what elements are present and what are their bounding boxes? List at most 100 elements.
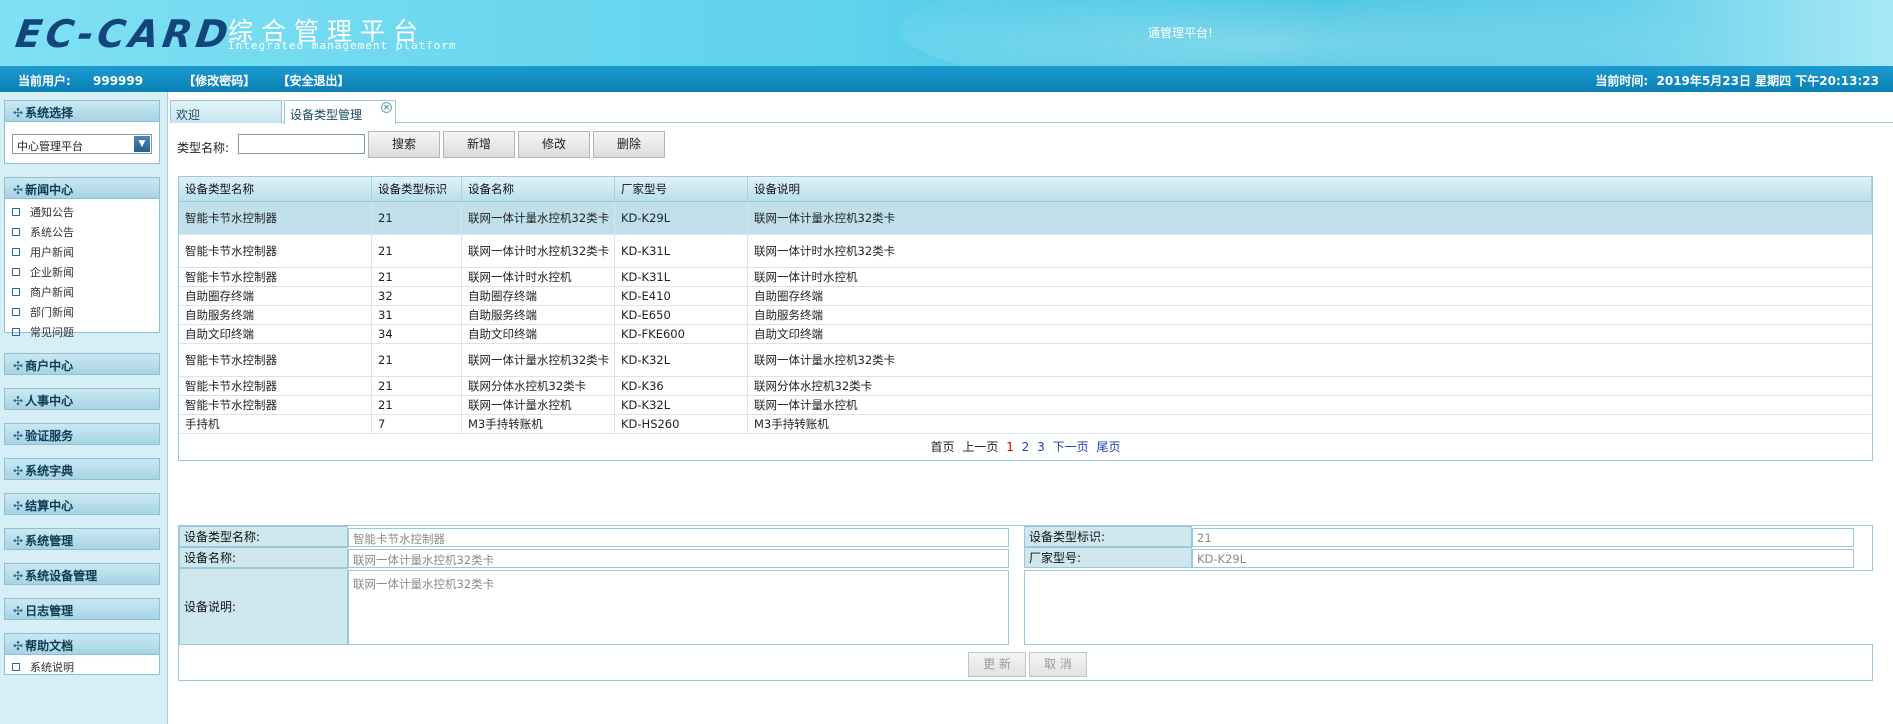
table-row[interactable]: 自助服务终端 31 自助服务终端 KD-E650 自助服务终端	[179, 306, 1872, 325]
panel-hr-center[interactable]: ✣ 人事中心	[4, 388, 160, 410]
panel-system-dictionary[interactable]: ✣ 系统字典	[4, 458, 160, 480]
type-name-label: 设备类型名称:	[179, 526, 348, 547]
column-header[interactable]: 设备类型标识	[372, 177, 462, 201]
table-cell: 32	[372, 287, 462, 305]
column-header[interactable]: 设备说明	[748, 177, 1872, 201]
panel-system-management[interactable]: ✣ 系统管理	[4, 528, 160, 550]
panel-log-management[interactable]: ✣ 日志管理	[4, 598, 160, 620]
table-cell: 联网一体计量水控机	[754, 397, 858, 412]
system-subtitle: Integrated management platform	[228, 39, 457, 52]
page-link-1[interactable]: 1	[1006, 440, 1014, 454]
table-cell: KD-FKE600	[615, 325, 748, 343]
table-cell: 联网一体计量水控机32类卡	[754, 210, 896, 225]
table-cell: 自助服务终端	[462, 306, 615, 324]
logout-link[interactable]: 【安全退出】	[278, 74, 350, 88]
table-cell: 联网一体计时水控机	[754, 269, 858, 284]
panel-title: 系统设备管理	[25, 569, 98, 583]
device-name-field[interactable]: 联网一体计量水控机32类卡	[348, 549, 1009, 568]
close-icon[interactable]: ✕	[381, 102, 392, 113]
panel-settlement-center[interactable]: ✣ 结算中心	[4, 493, 160, 515]
page-link-2[interactable]: 2	[1022, 440, 1030, 454]
panel-verification-service[interactable]: ✣ 验证服务	[4, 423, 160, 445]
table-cell: 联网一体计量水控机32类卡	[754, 352, 896, 367]
edit-button[interactable]: 修改	[518, 131, 590, 158]
panel-title: 人事中心	[25, 394, 74, 408]
expand-icon: ✣	[13, 359, 24, 373]
panel-system-select[interactable]: ✣ 系统选择	[4, 100, 160, 122]
change-password-link[interactable]: 【修改密码】	[183, 74, 255, 88]
tab-label: 设备类型管理	[290, 108, 363, 122]
type-name-search-input[interactable]	[238, 134, 365, 154]
update-button[interactable]: 更 新	[968, 652, 1026, 677]
column-header[interactable]: 设备名称	[462, 177, 615, 201]
model-label: 厂家型号:	[1024, 547, 1192, 568]
nav-item-enterprise-news[interactable]: 企业新闻	[12, 264, 74, 280]
table-row[interactable]: 智能卡节水控制器 21 联网分体水控机32类卡 KD-K36 联网分体水控机32类卡	[179, 377, 1872, 396]
panel-help-docs[interactable]: ✣ 帮助文档	[4, 633, 160, 655]
nav-item-label: 商户新闻	[30, 286, 74, 299]
panel-merchant-center[interactable]: ✣ 商户中心	[4, 353, 160, 375]
table-cell: 智能卡节水控制器	[179, 202, 372, 234]
table-cell: 自助服务终端	[179, 306, 372, 324]
column-header[interactable]: 设备类型名称	[179, 177, 372, 201]
table-row[interactable]: 智能卡节水控制器 21 联网一体计时水控机32类卡 KD-K31L 联网一体计时水控机3…	[179, 235, 1872, 268]
expand-icon: ✣	[13, 464, 24, 478]
table-row[interactable]: 智能卡节水控制器 21 联网一体计量水控机32类卡 KD-K29L 联网一体计量水控机3…	[179, 202, 1872, 235]
search-button[interactable]: 搜索	[368, 131, 440, 158]
first-page-link[interactable]: 首页	[931, 440, 955, 454]
prev-page-link[interactable]: 上一页	[962, 440, 998, 454]
add-button[interactable]: 新增	[443, 131, 515, 158]
nav-item-system-guide[interactable]: 系统说明	[12, 659, 74, 675]
delete-button[interactable]: 删除	[593, 131, 665, 158]
current-time-value: 2019年5月23日 星期四 下午20:13:23	[1656, 74, 1880, 88]
table-cell: 21	[372, 344, 462, 376]
description-field[interactable]: 联网一体计量水控机32类卡	[348, 570, 1009, 645]
expand-icon: ✣	[13, 604, 24, 618]
panel-title: 系统字典	[25, 464, 74, 478]
nav-item-user-news[interactable]: 用户新闻	[12, 244, 74, 260]
table-row[interactable]: 智能卡节水控制器 21 联网一体计量水控机 KD-K32L 联网一体计量水控机	[179, 396, 1872, 415]
table-cell: 自助圈存终端	[462, 287, 615, 305]
tab-welcome[interactable]: 欢迎	[170, 100, 282, 123]
table-row[interactable]: 自助圈存终端 32 自助圈存终端 KD-E410 自助圈存终端	[179, 287, 1872, 306]
panel-title: 结算中心	[25, 499, 74, 513]
system-select-dropdown[interactable]: 中心管理平台 ▼	[12, 134, 152, 154]
page-link-3[interactable]: 3	[1037, 440, 1045, 454]
table-cell: 21	[372, 377, 462, 395]
table-row[interactable]: 智能卡节水控制器 21 联网一体计量水控机32类卡 KD-K32L 联网一体计量水控机3…	[179, 344, 1872, 377]
expand-icon: ✣	[13, 499, 24, 513]
last-page-link[interactable]: 尾页	[1096, 440, 1120, 454]
table-cell: 联网分体水控机32类卡	[754, 378, 873, 393]
nav-item-merchant-news[interactable]: 商户新闻	[12, 284, 74, 300]
panel-title: 帮助文档	[25, 639, 74, 653]
chevron-down-icon[interactable]: ▼	[134, 136, 150, 152]
table-cell: M3手持转账机	[462, 415, 615, 433]
next-page-link[interactable]: 下一页	[1053, 440, 1089, 454]
cancel-button[interactable]: 取 消	[1029, 652, 1087, 677]
bullet-square-icon	[12, 308, 20, 316]
table-row[interactable]: 智能卡节水控制器 21 联网一体计时水控机 KD-K31L 联网一体计时水控机	[179, 268, 1872, 287]
type-name-field[interactable]: 智能卡节水控制器	[348, 528, 1009, 547]
panel-news-center[interactable]: ✣ 新闻中心	[4, 177, 160, 199]
table-cell: 21	[372, 268, 462, 286]
bullet-square-icon	[12, 328, 20, 336]
panel-title: 新闻中心	[25, 183, 74, 197]
nav-item-department-news[interactable]: 部门新闻	[12, 304, 74, 320]
table-row[interactable]: 自助文印终端 34 自助文印终端 KD-FKE600 自助文印终端	[179, 325, 1872, 344]
nav-item-faq[interactable]: 常见问题	[12, 324, 74, 340]
table-row[interactable]: 手持机 7 M3手持转账机 KD-HS260 M3手持转账机	[179, 415, 1872, 434]
bullet-square-icon	[12, 208, 20, 216]
description-side-area	[1024, 570, 1873, 645]
column-header[interactable]: 厂家型号	[615, 177, 748, 201]
type-id-field[interactable]: 21	[1192, 528, 1854, 547]
table-cell: 联网一体计量水控机	[462, 396, 615, 414]
panel-device-management[interactable]: ✣ 系统设备管理	[4, 563, 160, 585]
model-field[interactable]: KD-K29L	[1192, 549, 1854, 568]
table-cell: 21	[372, 235, 462, 267]
nav-item-notice[interactable]: 通知公告	[12, 204, 74, 220]
tab-device-type-management[interactable]: 设备类型管理 ✕	[284, 100, 396, 124]
nav-item-system-notice[interactable]: 系统公告	[12, 224, 74, 240]
bullet-square-icon	[12, 288, 20, 296]
expand-icon: ✣	[13, 569, 24, 583]
description-label: 设备说明:	[179, 568, 348, 645]
